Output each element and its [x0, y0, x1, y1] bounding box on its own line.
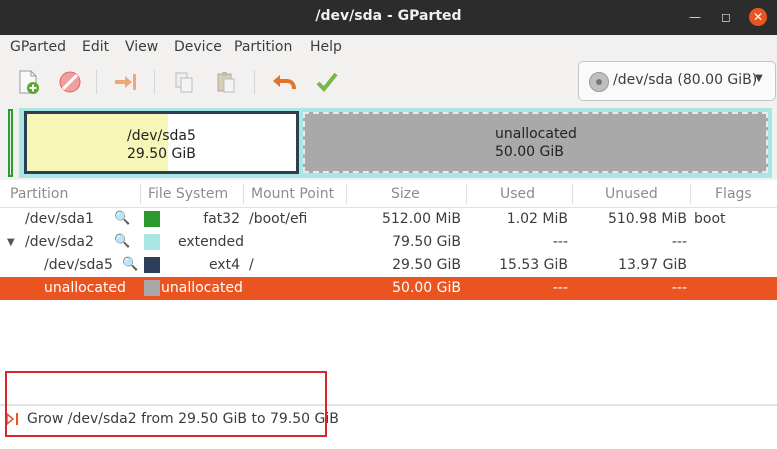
- column-partition[interactable]: Partition: [10, 186, 68, 202]
- apply-icon[interactable]: [313, 68, 341, 96]
- menu-device[interactable]: Device: [174, 39, 222, 55]
- menu-gparted[interactable]: GParted: [10, 39, 66, 55]
- cell-flags: boot: [694, 211, 726, 227]
- window-title: /dev/sda - GParted: [315, 8, 462, 24]
- filesystem-color-swatch: [144, 211, 160, 227]
- column-mount-point[interactable]: Mount Point: [251, 186, 334, 202]
- column-separator: [140, 184, 141, 204]
- menu-help[interactable]: Help: [310, 39, 342, 55]
- graph-sda5-partition[interactable]: /dev/sda5 29.50 GiB: [24, 111, 299, 174]
- menu-partition[interactable]: Partition: [234, 39, 292, 55]
- graph-unallocated-label: unallocated 50.00 GiB: [495, 125, 577, 161]
- cell-file-system: extended: [178, 234, 245, 250]
- maximize-button[interactable]: ◻: [717, 8, 735, 26]
- toolbar-separator: [154, 70, 155, 94]
- toolbar-separator: [96, 70, 97, 94]
- cell-size: 50.00 GiB: [392, 280, 461, 296]
- cell-used: ---: [552, 234, 568, 250]
- expander-arrow-icon[interactable]: ▼: [7, 237, 15, 248]
- cell-partition: /dev/sda2: [25, 234, 94, 250]
- cell-size: 29.50 GiB: [392, 257, 461, 273]
- undo-icon[interactable]: [270, 68, 298, 96]
- column-separator: [690, 184, 691, 204]
- cell-unused: ---: [671, 234, 687, 250]
- column-separator: [346, 184, 347, 204]
- filesystem-color-swatch: [144, 234, 160, 250]
- filesystem-color-swatch: [144, 280, 160, 296]
- graph-sda1-slice[interactable]: [8, 109, 13, 177]
- title-bar: /dev/sda - GParted — ◻ ✕: [0, 0, 777, 35]
- cell-unused: 13.97 GiB: [618, 257, 687, 273]
- cell-file-system: fat32: [203, 211, 240, 227]
- delete-icon[interactable]: [56, 68, 84, 96]
- table-row[interactable]: /dev/sda1 🔍 fat32 /boot/efi 512.00 MiB 1…: [0, 208, 777, 231]
- column-separator: [466, 184, 467, 204]
- key-icon: 🔍: [114, 211, 131, 226]
- column-size[interactable]: Size: [391, 186, 420, 202]
- cell-size: 512.00 MiB: [381, 211, 461, 227]
- key-icon: 🔍: [122, 257, 139, 272]
- minimize-button[interactable]: —: [686, 8, 704, 26]
- menu-bar: GParted Edit View Device Partition Help: [0, 35, 777, 60]
- graph-unallocated-size: 50.00 GiB: [495, 144, 564, 160]
- paste-icon[interactable]: [212, 68, 240, 96]
- column-file-system[interactable]: File System: [148, 186, 228, 202]
- table-row-selected[interactable]: unallocated unallocated 50.00 GiB --- --…: [0, 277, 777, 300]
- close-button[interactable]: ✕: [749, 8, 767, 26]
- column-unused[interactable]: Unused: [605, 186, 658, 202]
- cell-file-system: ext4: [208, 257, 240, 273]
- cell-unused: 510.98 MiB: [607, 211, 687, 227]
- device-label: /dev/sda (80.00 GiB): [613, 72, 758, 88]
- cell-mount-point: /boot/efi: [249, 211, 308, 227]
- cell-partition: /dev/sda5: [44, 257, 113, 273]
- graph-sda5-size: 29.50 GiB: [127, 146, 196, 162]
- column-flags[interactable]: Flags: [715, 186, 752, 202]
- graph-sda5-label: /dev/sda5 29.50 GiB: [127, 127, 196, 163]
- cell-partition: unallocated: [44, 280, 126, 296]
- column-separator: [572, 184, 573, 204]
- partition-graph: /dev/sda5 29.50 GiB unallocated 50.00 Gi…: [0, 104, 777, 180]
- gparted-window: /dev/sda - GParted — ◻ ✕ GParted Edit Vi…: [0, 0, 777, 449]
- cell-used: 15.53 GiB: [499, 257, 568, 273]
- cell-used: ---: [552, 280, 568, 296]
- cell-mount-point: /: [249, 257, 254, 273]
- column-separator: [243, 184, 244, 204]
- cell-unused: ---: [671, 280, 687, 296]
- menu-edit[interactable]: Edit: [82, 39, 109, 55]
- filesystem-color-swatch: [144, 257, 160, 273]
- resize-move-icon[interactable]: [112, 68, 140, 96]
- column-used[interactable]: Used: [500, 186, 535, 202]
- table-row[interactable]: ▼ /dev/sda2 🔍 extended 79.50 GiB --- ---: [0, 231, 777, 254]
- dropdown-arrow-icon: ▼: [755, 73, 763, 84]
- table-row[interactable]: /dev/sda5 🔍 ext4 / 29.50 GiB 15.53 GiB 1…: [0, 254, 777, 277]
- harddisk-icon: [589, 72, 609, 92]
- graph-unallocated[interactable]: unallocated 50.00 GiB: [303, 112, 768, 173]
- new-partition-icon[interactable]: [14, 68, 42, 96]
- graph-sda5-name: /dev/sda5: [127, 128, 196, 144]
- cell-file-system: unallocated: [161, 280, 243, 296]
- graph-unallocated-name: unallocated: [495, 126, 577, 142]
- cell-size: 79.50 GiB: [392, 234, 461, 250]
- cell-used: 1.02 MiB: [506, 211, 568, 227]
- toolbar-separator: [254, 70, 255, 94]
- highlight-annotation-box: [5, 371, 327, 437]
- device-selector[interactable]: /dev/sda (80.00 GiB) ▼: [578, 61, 776, 101]
- menu-view[interactable]: View: [125, 39, 158, 55]
- copy-icon[interactable]: [170, 68, 198, 96]
- table-header: Partition File System Mount Point Size U…: [0, 180, 777, 208]
- key-icon: 🔍: [114, 234, 131, 249]
- cell-partition: /dev/sda1: [25, 211, 94, 227]
